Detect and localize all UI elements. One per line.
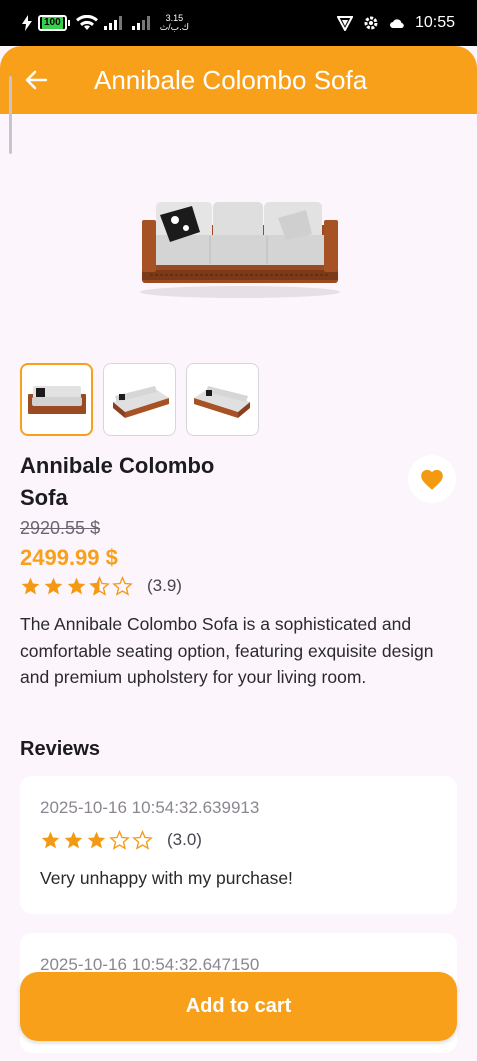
page-title: Annibale Colombo Sofa: [94, 64, 368, 95]
star-full-icon: [67, 577, 86, 595]
star-empty-icon: [112, 576, 133, 596]
review-date: 2025-10-16 10:54:32.639913: [40, 798, 260, 817]
rating-value: (3.9): [147, 576, 182, 595]
wifi-icon: [75, 15, 98, 30]
star-full-icon: [41, 831, 60, 849]
star-full-icon: [21, 577, 40, 595]
reviews-heading: Reviews: [20, 738, 101, 760]
battery-indicator: 100: [38, 15, 70, 31]
product-detail-screen: 100 3.15 ك.ب/ث 10:55 Annibale Colombo So…: [0, 0, 477, 1061]
network-speed: 3.15 ك.ب/ث: [159, 13, 190, 32]
settings-icon: [364, 16, 378, 30]
sofa-thumbnail-side: [193, 385, 250, 418]
product-name: Annibale Colombo Sofa: [20, 453, 215, 510]
product-rating: (3.9): [20, 576, 182, 596]
add-to-cart-button[interactable]: Add to cart: [20, 972, 457, 1041]
charging-icon: [22, 15, 32, 31]
star-full-icon: [44, 577, 63, 595]
star-half-icon: [89, 576, 110, 596]
favorite-button[interactable]: [408, 455, 456, 503]
signal-icon: [103, 16, 122, 30]
star-empty-icon: [109, 830, 130, 850]
clock: 10:55: [414, 14, 455, 31]
cloud-icon: [389, 19, 404, 29]
arrow-left-icon: [25, 70, 47, 90]
sofa-thumbnail-angle: [112, 385, 169, 418]
sale-price: 2499.99 $: [20, 545, 118, 570]
review-text: Very unhappy with my purchase!: [40, 868, 293, 888]
app-bar: Annibale Colombo Sofa: [0, 46, 477, 114]
status-bar: 100 3.15 ك.ب/ث 10:55: [0, 0, 477, 46]
sofa-thumbnail-front: [27, 385, 86, 414]
nfc-icon: [336, 16, 353, 31]
review-rating: (3.0): [40, 830, 437, 850]
product-image: [140, 202, 340, 298]
thumbnail-strip: [20, 363, 259, 436]
star-empty-icon: [132, 830, 153, 850]
battery-level: 100: [42, 17, 63, 29]
review-rating-value: (3.0): [167, 830, 202, 849]
thumbnail-1[interactable]: [20, 363, 93, 436]
heart-icon: [421, 469, 443, 490]
signal-icon-2: [131, 16, 150, 30]
star-full-icon: [87, 831, 106, 849]
scroll-indicator[interactable]: [9, 76, 12, 154]
star-full-icon: [64, 831, 83, 849]
original-price: 2920.55 $: [20, 518, 101, 538]
product-description: The Annibale Colombo Sofa is a sophistic…: [20, 614, 434, 687]
review-card: 2025-10-16 10:54:32.639913 (3.0) Very un…: [20, 776, 457, 914]
thumbnail-3[interactable]: [186, 363, 259, 436]
thumbnail-2[interactable]: [103, 363, 176, 436]
